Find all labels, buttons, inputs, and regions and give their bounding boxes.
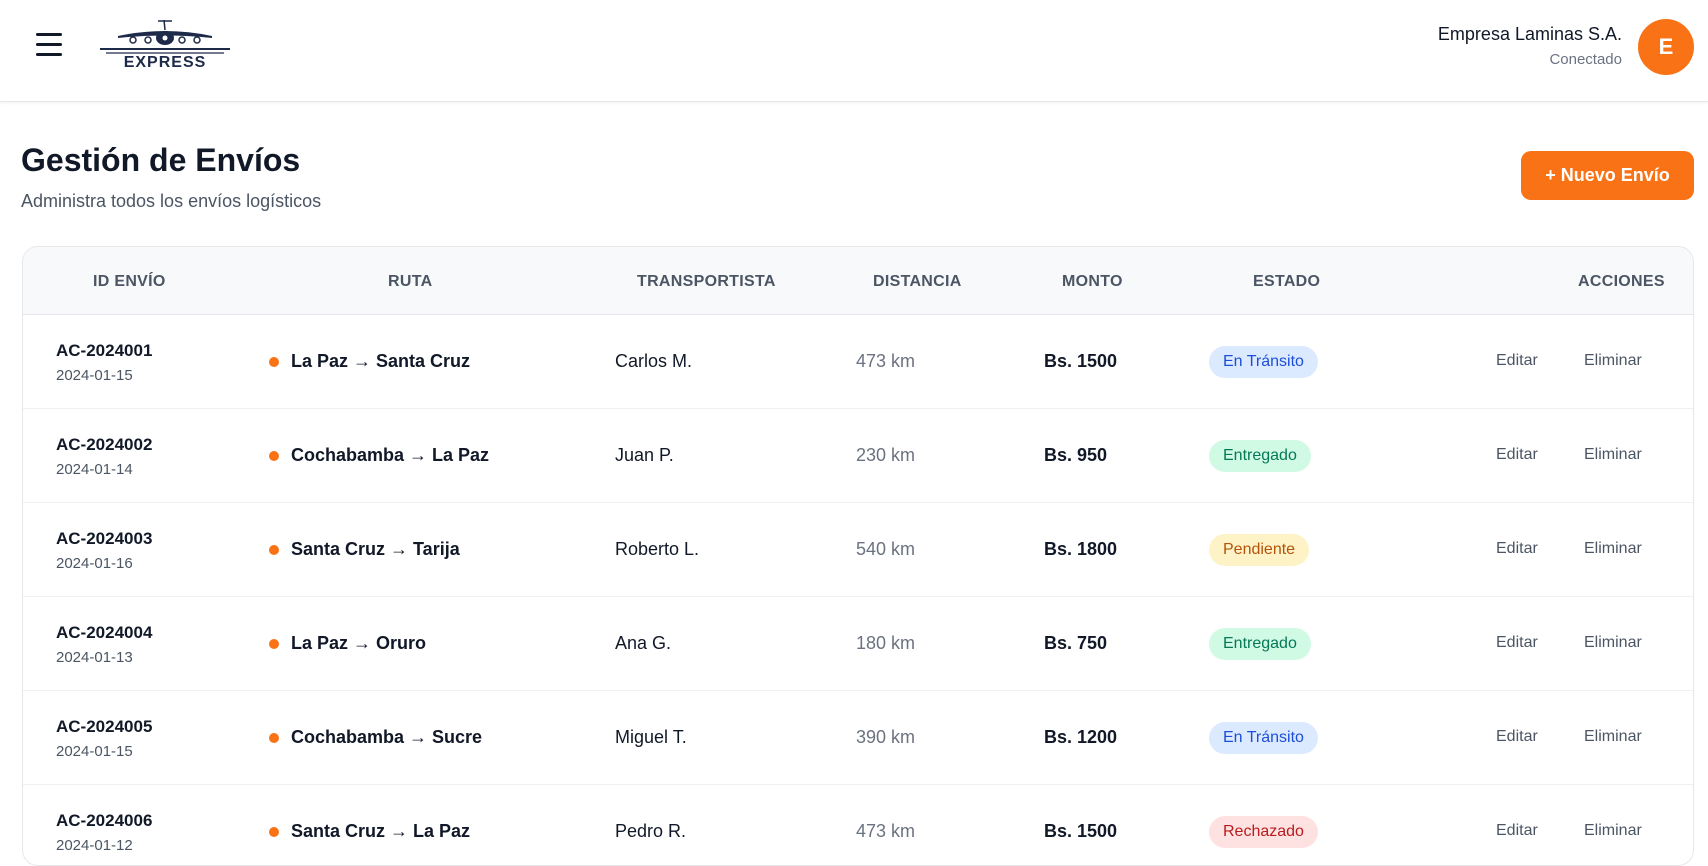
status-badge: Pendiente	[1209, 534, 1310, 566]
delete-button[interactable]: Eliminar	[1584, 728, 1642, 746]
edit-button[interactable]: Editar	[1496, 352, 1538, 370]
amount-value: Bs. 1200	[1044, 727, 1118, 747]
amount-value: Bs. 1500	[1044, 821, 1118, 841]
amount-value: Bs. 1800	[1044, 539, 1118, 559]
carrier-name: Roberto L.	[615, 539, 700, 559]
route-text: Cochabamba → La Paz	[291, 445, 490, 465]
route-dot-icon	[269, 826, 279, 837]
route-cell: Cochabamba → Sucre	[269, 727, 482, 748]
distance-value: 473 km	[856, 821, 916, 841]
column-header-amount: MONTO	[1062, 273, 1123, 290]
shipment-date: 2024-01-15	[56, 367, 133, 384]
distance-value: 540 km	[856, 539, 916, 559]
logo-text: EXPRESS	[123, 54, 207, 71]
shipment-id-cell: AC-2024004 2024-01-13	[56, 623, 152, 666]
route-cell: La Paz → Santa Cruz	[269, 351, 470, 372]
shipment-id-cell: AC-2024002 2024-01-14	[56, 435, 152, 478]
page-title: Gestión de Envíos	[21, 142, 301, 178]
shipment-id: AC-2024002	[56, 435, 153, 454]
shipment-id: AC-2024006	[56, 811, 153, 830]
distance-value: 473 km	[856, 351, 916, 371]
route-text: Cochabamba → Sucre	[291, 727, 483, 747]
amount-value: Bs. 750	[1044, 633, 1108, 653]
new-shipment-button[interactable]: + Nuevo Envío	[1521, 151, 1694, 200]
route-text: Santa Cruz → Tarija	[291, 539, 460, 559]
route-text: La Paz → Oruro	[291, 633, 427, 653]
table-row: AC-2024002 2024-01-14 Cochabamba → La Paz J…	[23, 409, 1693, 503]
shipment-date: 2024-01-13	[56, 649, 133, 666]
status-badge: En Tránsito	[1209, 722, 1318, 754]
distance-value: 180 km	[856, 633, 916, 653]
route-dot-icon	[269, 638, 279, 649]
table-row: AC-2024003 2024-01-16 Santa Cruz → Tarija R…	[23, 503, 1693, 597]
hamburger-menu-icon[interactable]	[36, 33, 62, 59]
shipment-id: AC-2024005	[56, 717, 153, 736]
user-status: Conectado	[1549, 51, 1622, 68]
route-text: La Paz → Santa Cruz	[291, 351, 471, 371]
shipment-id: AC-2024003	[56, 529, 153, 548]
user-info[interactable]: Empresa Laminas S.A. Conectado	[1438, 24, 1622, 68]
table-row: AC-2024001 2024-01-15 La Paz → Santa Cruz C…	[23, 315, 1693, 409]
edit-button[interactable]: Editar	[1496, 728, 1538, 746]
edit-button[interactable]: Editar	[1496, 540, 1538, 558]
route-text: Santa Cruz → La Paz	[291, 821, 471, 841]
carrier-name: Ana G.	[615, 633, 672, 653]
avatar[interactable]: E	[1638, 19, 1694, 75]
table-row: AC-2024005 2024-01-15 Cochabamba → Sucre Mi…	[23, 691, 1693, 785]
status-badge: Entregado	[1209, 628, 1311, 660]
column-header-status: ESTADO	[1253, 273, 1321, 290]
top-bar: EXPRESS Empresa Laminas S.A. Conectado E	[0, 0, 1708, 102]
shipment-id-cell: AC-2024005 2024-01-15	[56, 717, 152, 760]
status-badge: Entregado	[1209, 440, 1311, 472]
route-dot-icon	[269, 544, 279, 555]
route-cell: Cochabamba → La Paz	[269, 445, 489, 466]
shipment-date: 2024-01-14	[56, 461, 133, 478]
column-header-actions: ACCIONES	[1578, 273, 1665, 290]
status-badge: En Tránsito	[1209, 346, 1318, 378]
edit-button[interactable]: Editar	[1496, 634, 1538, 652]
route-cell: Santa Cruz → Tarija	[269, 539, 460, 560]
delete-button[interactable]: Eliminar	[1584, 634, 1642, 652]
shipment-date: 2024-01-16	[56, 555, 133, 572]
shipment-id-cell: AC-2024006 2024-01-12	[56, 811, 152, 854]
table-row: AC-2024004 2024-01-13 La Paz → Oruro Ana G.…	[23, 597, 1693, 691]
column-header-id: ID ENVÍO	[93, 273, 166, 290]
delete-button[interactable]: Eliminar	[1584, 352, 1642, 370]
route-cell: Santa Cruz → La Paz	[269, 821, 470, 842]
amount-value: Bs. 1500	[1044, 351, 1118, 371]
delete-button[interactable]: Eliminar	[1584, 540, 1642, 558]
page-subtitle: Administra todos los envíos logísticos	[21, 191, 322, 211]
column-header-carrier: TRANSPORTISTA	[637, 273, 776, 290]
table-header: ID ENVÍO RUTA TRANSPORTISTA DISTANCIA MO…	[23, 247, 1693, 315]
carrier-name: Miguel T.	[615, 727, 687, 747]
edit-button[interactable]: Editar	[1496, 822, 1538, 840]
shipment-date: 2024-01-15	[56, 743, 133, 760]
shipment-id-cell: AC-2024001 2024-01-15	[56, 341, 152, 384]
distance-value: 230 km	[856, 445, 916, 465]
table-row: AC-2024006 2024-01-12 Santa Cruz → La Paz P…	[23, 785, 1693, 865]
user-name: Empresa Laminas S.A.	[1437, 24, 1622, 44]
shipment-date: 2024-01-12	[56, 837, 133, 854]
carrier-name: Carlos M.	[615, 351, 693, 371]
shipments-table: ID ENVÍO RUTA TRANSPORTISTA DISTANCIA MO…	[22, 246, 1694, 866]
shipment-id: AC-2024001	[56, 341, 153, 360]
route-dot-icon	[269, 356, 279, 367]
column-header-route: RUTA	[388, 273, 433, 290]
shipment-id-cell: AC-2024003 2024-01-16	[56, 529, 152, 572]
air-cargo-logo[interactable]: EXPRESS	[98, 16, 232, 74]
edit-button[interactable]: Editar	[1496, 446, 1538, 464]
carrier-name: Pedro R.	[615, 821, 687, 841]
shipment-id: AC-2024004	[56, 623, 153, 642]
status-badge: Rechazado	[1209, 816, 1318, 848]
distance-value: 390 km	[856, 727, 916, 747]
delete-button[interactable]: Eliminar	[1584, 446, 1642, 464]
column-header-distance: DISTANCIA	[873, 273, 962, 290]
route-dot-icon	[269, 732, 279, 743]
amount-value: Bs. 950	[1044, 445, 1108, 465]
route-dot-icon	[269, 450, 279, 461]
carrier-name: Juan P.	[615, 445, 674, 465]
delete-button[interactable]: Eliminar	[1584, 822, 1642, 840]
route-cell: La Paz → Oruro	[269, 633, 426, 654]
